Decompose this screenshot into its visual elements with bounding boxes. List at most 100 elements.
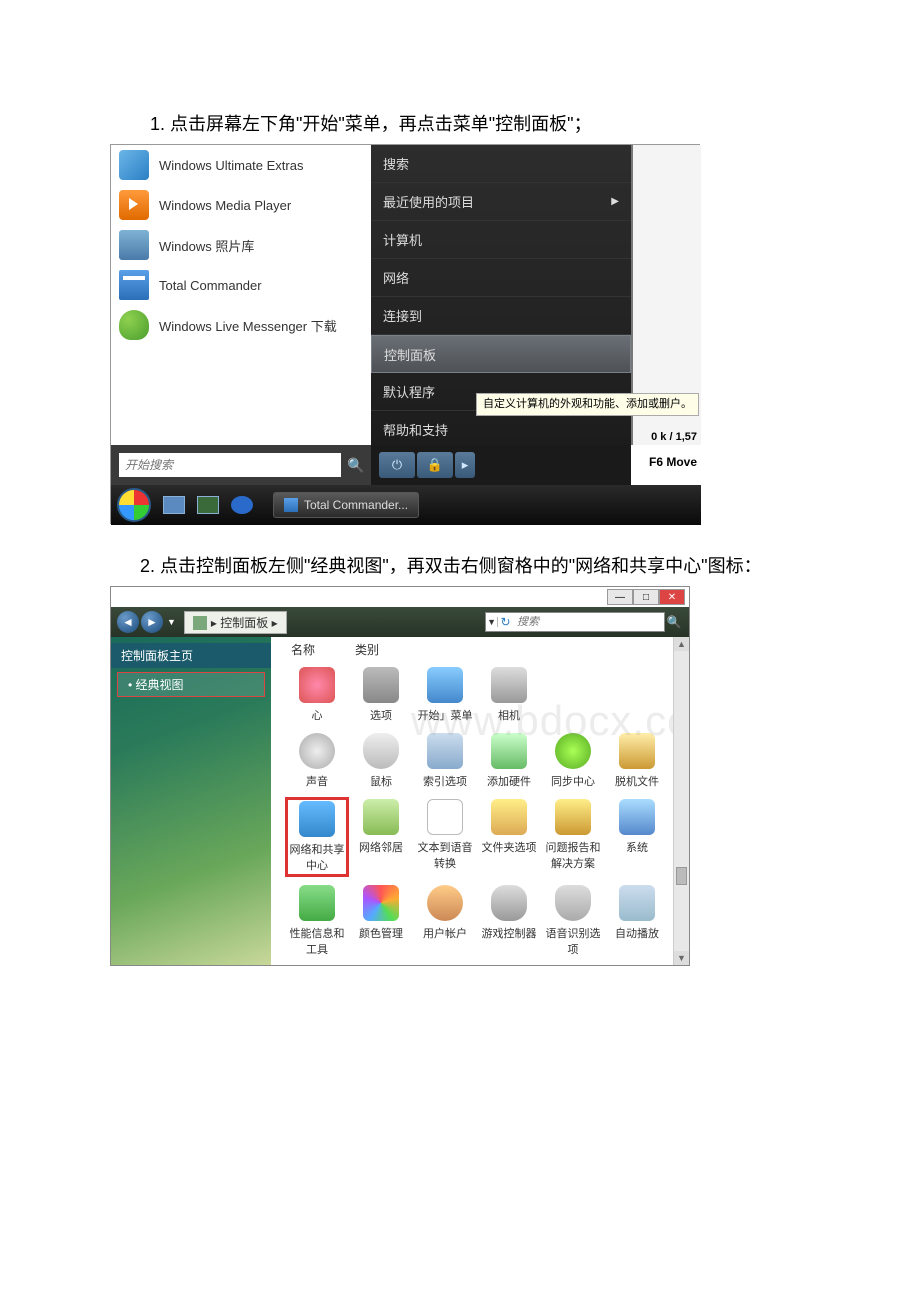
search-input[interactable] bbox=[513, 616, 664, 628]
item-performance[interactable]: 性能信息和工具 bbox=[287, 885, 347, 957]
color-icon bbox=[363, 885, 399, 921]
scrollbar[interactable]: ▲ ▼ bbox=[673, 637, 689, 965]
program-item-tc[interactable]: Total Commander bbox=[111, 265, 371, 305]
program-item-msn[interactable]: Windows Live Messenger 下载 bbox=[111, 305, 371, 345]
start-menu-icon bbox=[427, 667, 463, 703]
item-game-controllers[interactable]: 游戏控制器 bbox=[479, 885, 539, 957]
menu-help[interactable]: 帮助和支持 bbox=[371, 411, 631, 449]
taskbar-app-button[interactable]: Total Commander... bbox=[273, 492, 419, 518]
start-orb-icon[interactable] bbox=[117, 488, 151, 522]
main-pane: www.bdocx.com 名称 类别 心 选项 开始」菜单 相机 声音 鼠标 … bbox=[271, 637, 689, 965]
hardware-icon bbox=[491, 733, 527, 769]
menu-computer[interactable]: 计算机 bbox=[371, 221, 631, 259]
program-item-photo[interactable]: Windows 照片库 bbox=[111, 225, 371, 265]
offline-files-icon bbox=[619, 733, 655, 769]
scroll-thumb[interactable] bbox=[676, 867, 687, 885]
menu-recent[interactable]: 最近使用的项目▶ bbox=[371, 183, 631, 221]
sidebar-home[interactable]: 控制面板主页 bbox=[111, 643, 271, 668]
menu-search[interactable]: 搜索 bbox=[371, 145, 631, 183]
col-name[interactable]: 名称 bbox=[291, 641, 315, 658]
lock-button[interactable]: 🔒 bbox=[417, 452, 453, 478]
col-category[interactable]: 类别 bbox=[355, 641, 379, 658]
search-icon: 🔍 bbox=[347, 457, 363, 473]
user-icon bbox=[427, 885, 463, 921]
maximize-button[interactable]: □ bbox=[633, 589, 659, 605]
power-buttons: ⏻ 🔒 ▸ bbox=[371, 445, 631, 485]
step1-text: 1. 点击屏幕左下角"开始"菜单，再点击菜单"控制面板"； bbox=[150, 110, 810, 136]
search-go-icon[interactable]: 🔍 bbox=[665, 615, 683, 629]
index-icon bbox=[427, 733, 463, 769]
total-commander-icon bbox=[119, 270, 149, 300]
control-panel-tooltip: 自定义计算机的外观和功能、添加或删户。 bbox=[476, 393, 699, 416]
item-neighbors[interactable]: 网络邻居 bbox=[351, 799, 411, 875]
network-icon bbox=[299, 801, 335, 837]
performance-icon bbox=[299, 885, 335, 921]
close-button[interactable]: ✕ bbox=[659, 589, 685, 605]
item-network-sharing[interactable]: 网络和共享中心 bbox=[287, 799, 347, 875]
microphone-icon bbox=[555, 885, 591, 921]
item-hardware[interactable]: 添加硬件 bbox=[479, 733, 539, 789]
heart-icon bbox=[299, 667, 335, 703]
icon-grid: 心 选项 开始」菜单 相机 声音 鼠标 索引选项 添加硬件 同步中心 脱机文件 … bbox=[287, 667, 685, 966]
item-start-menu[interactable]: 开始」菜单 bbox=[415, 667, 475, 723]
extras-icon bbox=[119, 150, 149, 180]
step2-text: 2. 点击控制面板左侧"经典视图"，再双击右侧窗格中的"网络和共享中心"图标： bbox=[140, 552, 810, 578]
item-index[interactable]: 索引选项 bbox=[415, 733, 475, 789]
control-panel-screenshot: — □ ✕ ◄ ► ▼ ▸ 控制面板 ▸ ▼ ↻ 🔍 控制面板主页 经典视图 w… bbox=[110, 586, 690, 966]
control-panel-icon bbox=[193, 616, 207, 630]
options-icon bbox=[363, 667, 399, 703]
item-user-accounts[interactable]: 用户帐户 bbox=[415, 885, 475, 957]
tts-icon bbox=[427, 799, 463, 835]
menu-control-panel[interactable]: 控制面板 bbox=[371, 335, 631, 373]
program-item-wmp[interactable]: Windows Media Player bbox=[111, 185, 371, 225]
item-problem-reports[interactable]: 问题报告和解决方案 bbox=[543, 799, 603, 875]
network-neighbor-icon bbox=[363, 799, 399, 835]
history-dropdown-icon[interactable]: ▼ bbox=[167, 617, 176, 627]
scroll-down-icon[interactable]: ▼ bbox=[674, 951, 689, 965]
item-offline[interactable]: 脱机文件 bbox=[607, 733, 667, 789]
item-system[interactable]: 系统 bbox=[607, 799, 667, 875]
forward-button[interactable]: ► bbox=[141, 611, 163, 633]
taskbar: Total Commander... bbox=[111, 485, 701, 525]
quick-launch-icon-1[interactable] bbox=[163, 496, 185, 514]
power-menu-button[interactable]: ▸ bbox=[455, 452, 475, 478]
item-color[interactable]: 颜色管理 bbox=[351, 885, 411, 957]
start-menu-right-pane: 搜索 最近使用的项目▶ 计算机 网络 连接到 控制面板 默认程序 帮助和支持 bbox=[371, 145, 631, 485]
sound-icon bbox=[299, 733, 335, 769]
search-dropdown-icon[interactable]: ▼ bbox=[486, 617, 498, 627]
folder-icon bbox=[491, 799, 527, 835]
item-options[interactable]: 选项 bbox=[351, 667, 411, 723]
item-folder-options[interactable]: 文件夹选项 bbox=[479, 799, 539, 875]
item-speech[interactable]: 语音识别选项 bbox=[543, 885, 603, 957]
item-tts[interactable]: 文本到语音转换 bbox=[415, 799, 475, 875]
breadcrumb[interactable]: ▸ 控制面板 ▸ bbox=[184, 611, 287, 634]
start-search-input[interactable] bbox=[119, 453, 341, 477]
ie-icon[interactable] bbox=[231, 496, 253, 514]
item-mouse[interactable]: 鼠标 bbox=[351, 733, 411, 789]
power-button[interactable]: ⏻ bbox=[379, 452, 415, 478]
item-sync[interactable]: 同步中心 bbox=[543, 733, 603, 789]
wmp-icon bbox=[119, 190, 149, 220]
scroll-up-icon[interactable]: ▲ bbox=[674, 637, 689, 651]
menu-network[interactable]: 网络 bbox=[371, 259, 631, 297]
item-autoplay[interactable]: 自动播放 bbox=[607, 885, 667, 957]
sidebar-classic-view[interactable]: 经典视图 bbox=[117, 672, 265, 697]
quick-launch-icon-2[interactable] bbox=[197, 496, 219, 514]
program-item-extras[interactable]: Windows Ultimate Extras bbox=[111, 145, 371, 185]
sync-icon bbox=[555, 733, 591, 769]
back-button[interactable]: ◄ bbox=[117, 611, 139, 633]
camera-icon bbox=[491, 667, 527, 703]
column-headers: 名称 类别 bbox=[291, 641, 379, 658]
status-kb: 0 k / 1,57 bbox=[651, 431, 697, 443]
menu-connect[interactable]: 连接到 bbox=[371, 297, 631, 335]
item-heart[interactable]: 心 bbox=[287, 667, 347, 723]
tc-mini-icon bbox=[284, 498, 298, 512]
item-camera[interactable]: 相机 bbox=[479, 667, 539, 723]
minimize-button[interactable]: — bbox=[607, 589, 633, 605]
start-menu-screenshot: Windows Ultimate Extras Windows Media Pl… bbox=[110, 144, 700, 524]
game-icon bbox=[491, 885, 527, 921]
item-sound[interactable]: 声音 bbox=[287, 733, 347, 789]
messenger-icon bbox=[119, 310, 149, 340]
start-search-row: 🔍 bbox=[111, 445, 371, 485]
refresh-icon[interactable]: ↻ bbox=[498, 615, 513, 629]
